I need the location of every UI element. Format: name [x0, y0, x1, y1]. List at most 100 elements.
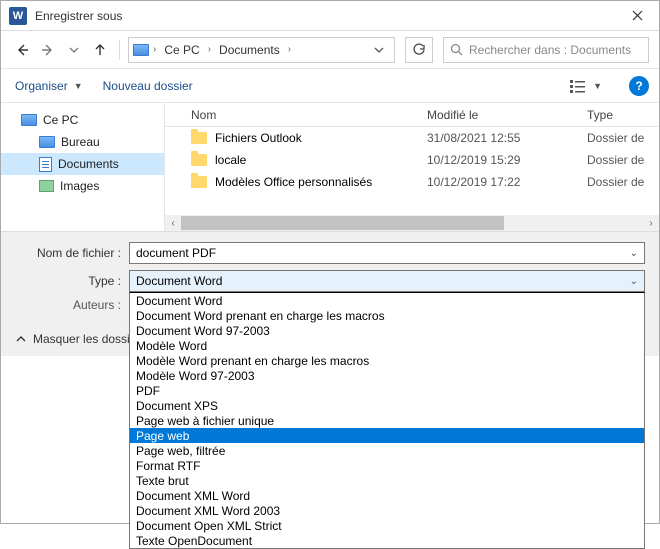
file-name: locale — [215, 153, 246, 167]
window-title: Enregistrer sous — [35, 9, 615, 23]
pc-icon — [21, 114, 37, 126]
tree-item-label: Bureau — [61, 135, 100, 149]
close-button[interactable] — [615, 1, 659, 31]
chevron-down-icon — [374, 45, 384, 55]
folder-icon — [191, 176, 207, 188]
type-option[interactable]: Page web, filtrée — [130, 443, 644, 458]
col-type-header[interactable]: Type — [579, 108, 659, 122]
file-name: Modèles Office personnalisés — [215, 175, 372, 189]
separator — [119, 40, 120, 60]
search-placeholder: Rechercher dans : Documents — [469, 43, 631, 57]
pc-icon — [133, 42, 149, 58]
scroll-right-button[interactable]: › — [643, 215, 659, 231]
file-type: Dossier de — [579, 153, 659, 167]
tree-item-label: Images — [60, 179, 99, 193]
images-icon — [39, 180, 54, 192]
documents-icon — [39, 157, 52, 172]
back-button[interactable] — [11, 39, 33, 61]
view-icon — [570, 79, 588, 93]
type-option[interactable]: Document Open XML Strict — [130, 518, 644, 533]
app-icon-word: W — [9, 7, 27, 25]
new-folder-button[interactable]: Nouveau dossier — [99, 77, 197, 95]
chevron-right-icon: › — [206, 44, 213, 55]
file-row[interactable]: Fichiers Outlook 31/08/2021 12:55Dossier … — [165, 127, 659, 149]
type-option[interactable]: Document Word — [130, 293, 644, 308]
breadcrumb[interactable]: › Ce PC › Documents › — [128, 37, 395, 63]
type-option[interactable]: Texte OpenDocument — [130, 533, 644, 548]
up-button[interactable] — [89, 39, 111, 61]
search-icon — [450, 43, 463, 56]
refresh-button[interactable] — [405, 37, 433, 63]
chevron-right-icon: › — [151, 44, 158, 55]
tree-item[interactable]: Documents — [1, 153, 164, 175]
filename-value: document PDF — [136, 246, 216, 260]
chevron-down-icon[interactable]: ⌄ — [630, 248, 638, 259]
type-combobox[interactable]: Document Word ⌄ Document WordDocument Wo… — [129, 270, 645, 292]
type-option[interactable]: PDF — [130, 383, 644, 398]
type-label: Type : — [1, 274, 129, 288]
breadcrumb-dropdown[interactable] — [368, 45, 390, 55]
tree-item[interactable]: Bureau — [1, 131, 164, 153]
navbar: › Ce PC › Documents › Rechercher dans : … — [1, 31, 659, 69]
horizontal-scrollbar[interactable]: ‹ › — [165, 215, 659, 231]
type-option[interactable]: Page web à fichier unique — [130, 413, 644, 428]
arrow-left-icon — [14, 42, 30, 58]
titlebar: W Enregistrer sous — [1, 1, 659, 31]
file-modified: 31/08/2021 12:55 — [419, 131, 579, 145]
organize-button[interactable]: Organiser ▼ — [11, 77, 87, 95]
tree-root-label: Ce PC — [43, 113, 78, 127]
search-input[interactable]: Rechercher dans : Documents — [443, 37, 649, 63]
chevron-down-icon: ▼ — [593, 81, 602, 91]
file-row[interactable]: Modèles Office personnalisés 10/12/2019 1… — [165, 171, 659, 193]
new-folder-label: Nouveau dossier — [103, 79, 193, 93]
scroll-left-button[interactable]: ‹ — [165, 215, 181, 231]
forward-button[interactable] — [37, 39, 59, 61]
filename-input[interactable]: document PDF ⌄ — [129, 242, 645, 264]
file-type: Dossier de — [579, 175, 659, 189]
authors-label: Auteurs : — [1, 298, 129, 312]
type-option[interactable]: Texte brut — [130, 473, 644, 488]
tree-item[interactable]: Images — [1, 175, 164, 197]
help-button[interactable]: ? — [629, 76, 649, 96]
scrollbar-thumb[interactable] — [181, 216, 504, 230]
file-modified: 10/12/2019 15:29 — [419, 153, 579, 167]
desktop-icon — [39, 136, 55, 148]
breadcrumb-root[interactable]: Ce PC — [160, 43, 203, 57]
column-headers[interactable]: Nom Modifié le Type — [165, 103, 659, 127]
col-name-header[interactable]: Nom — [183, 108, 419, 122]
type-option[interactable]: Modèle Word 97-2003 — [130, 368, 644, 383]
folder-icon — [191, 154, 207, 166]
type-option[interactable]: Document Word 97-2003 — [130, 323, 644, 338]
type-option[interactable]: Modèle Word — [130, 338, 644, 353]
view-mode-button[interactable]: ▼ — [563, 76, 609, 96]
recent-button[interactable] — [63, 39, 85, 61]
file-row[interactable]: locale 10/12/2019 15:29Dossier de — [165, 149, 659, 171]
type-option[interactable]: Document Word prenant en charge les macr… — [130, 308, 644, 323]
chevron-down-icon — [69, 45, 79, 55]
type-option[interactable]: Document XML Word — [130, 488, 644, 503]
file-type: Dossier de — [579, 131, 659, 145]
tree-item-label: Documents — [58, 157, 119, 171]
type-dropdown-list[interactable]: Document WordDocument Word prenant en ch… — [129, 292, 645, 549]
tree-root[interactable]: Ce PC — [1, 109, 164, 131]
arrow-up-icon — [92, 42, 108, 58]
type-option[interactable]: Document XPS — [130, 398, 644, 413]
chevron-up-icon — [15, 333, 27, 345]
filename-label: Nom de fichier : — [1, 246, 129, 260]
type-selected-label: Document Word — [136, 274, 222, 288]
type-option[interactable]: Page web — [130, 428, 644, 443]
type-option[interactable]: Modèle Word prenant en charge les macros — [130, 353, 644, 368]
file-modified: 10/12/2019 17:22 — [419, 175, 579, 189]
save-form: Nom de fichier : document PDF ⌄ Type : D… — [1, 231, 659, 322]
type-option[interactable]: Format RTF — [130, 458, 644, 473]
type-selected[interactable]: Document Word ⌄ — [129, 270, 645, 292]
chevron-down-icon: ⌄ — [630, 276, 638, 287]
file-pane: Nom Modifié le Type Fichiers Outlook 31/0… — [165, 103, 659, 231]
folder-tree[interactable]: Ce PC Bureau Documents Images — [1, 103, 165, 231]
breadcrumb-current[interactable]: Documents — [215, 43, 284, 57]
toolbar: Organiser ▼ Nouveau dossier ▼ ? — [1, 69, 659, 103]
folder-icon — [191, 132, 207, 144]
col-modified-header[interactable]: Modifié le — [419, 108, 579, 122]
file-name: Fichiers Outlook — [215, 131, 302, 145]
type-option[interactable]: Document XML Word 2003 — [130, 503, 644, 518]
